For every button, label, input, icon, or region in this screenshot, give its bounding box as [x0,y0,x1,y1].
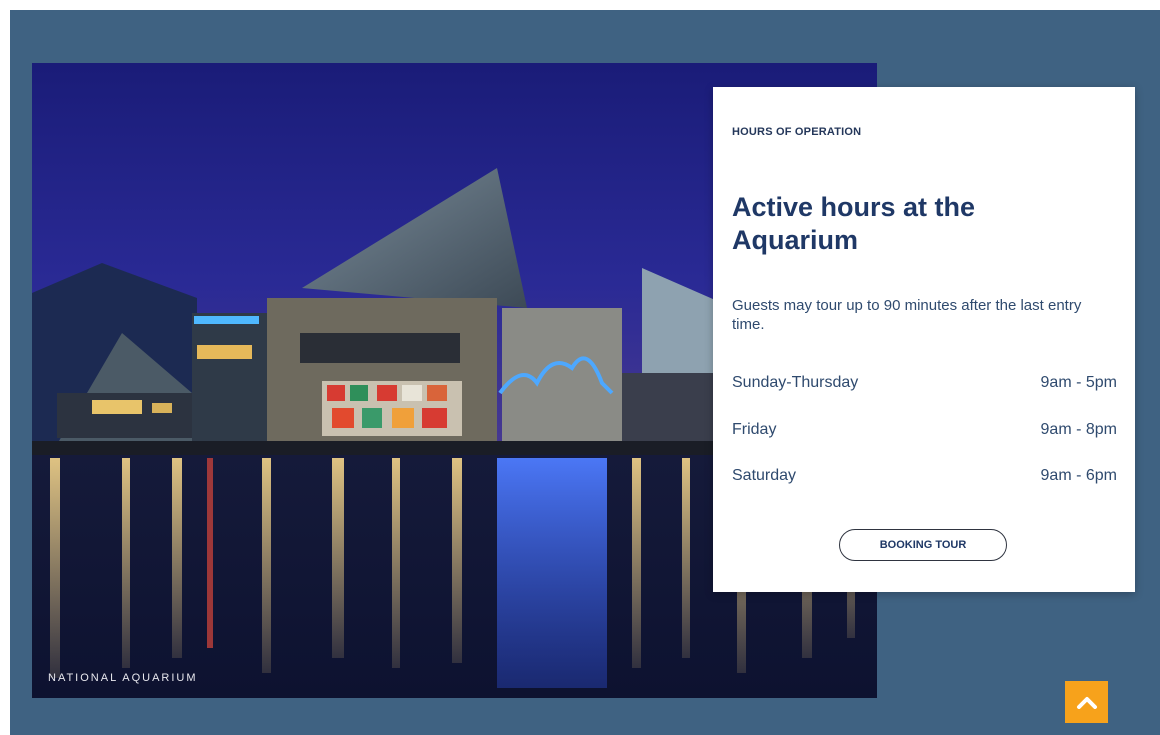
hours-row-sunday-thursday: Sunday-Thursday 9am - 5pm [732,374,1117,397]
tour-note: Guests may tour up to 90 minutes after t… [732,297,1082,333]
hours-days: Saturday [732,467,797,484]
hours-time: 9am - 6pm [1040,467,1117,484]
hours-row-saturday: Saturday 9am - 6pm [732,467,1117,490]
page-background: NATIONAL AQUARIUM HOURS OF OPERATION Act… [10,10,1160,735]
photo-caption: NATIONAL AQUARIUM [48,672,198,684]
scroll-to-top-button[interactable] [1065,681,1108,723]
card-title: Active hours at the Aquarium [732,192,976,255]
section-eyebrow: HOURS OF OPERATION [732,126,862,138]
hours-days: Friday [732,420,777,438]
hours-card: HOURS OF OPERATION Active hours at the A… [713,87,1135,592]
hours-time: 9am - 5pm [1040,374,1117,391]
chevron-up-icon [1076,697,1097,709]
hours-days: Sunday-Thursday [732,374,859,391]
hours-time: 9am - 8pm [1040,420,1117,438]
hours-list: Sunday-Thursday 9am - 5pm Friday 9am - 8… [732,374,1117,514]
hours-row-friday: Friday 9am - 8pm [732,421,1117,444]
booking-tour-button[interactable]: BOOKING TOUR [839,529,1007,561]
